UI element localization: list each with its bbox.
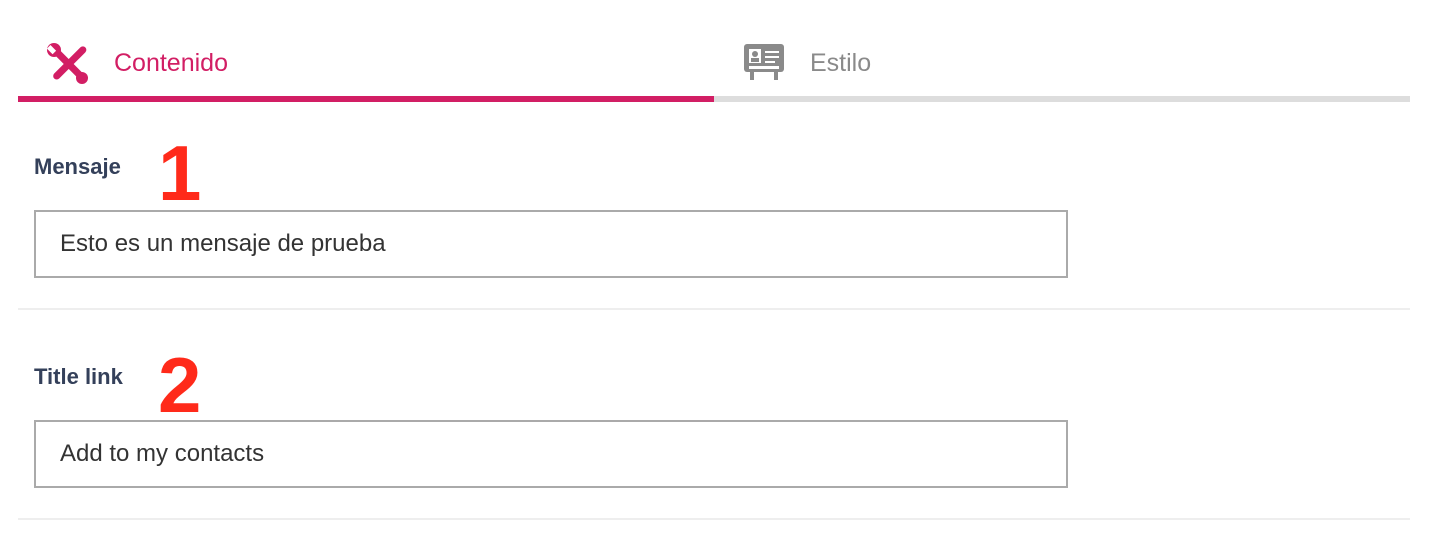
mensaje-label: Mensaje <box>34 154 121 179</box>
divider <box>18 308 1410 310</box>
divider <box>18 518 1410 520</box>
tools-icon <box>46 42 90 86</box>
annotation-marker-2: 2 <box>158 341 202 429</box>
title-link-label: Title link <box>34 364 123 389</box>
mensaje-input[interactable] <box>34 210 1068 278</box>
contact-card-icon <box>742 42 786 82</box>
tab-contenido-label: Contenido <box>114 49 228 77</box>
title-link-input[interactable] <box>34 420 1068 488</box>
tab-estilo-label: Estilo <box>810 49 872 77</box>
annotation-marker-1: 1 <box>158 129 202 217</box>
